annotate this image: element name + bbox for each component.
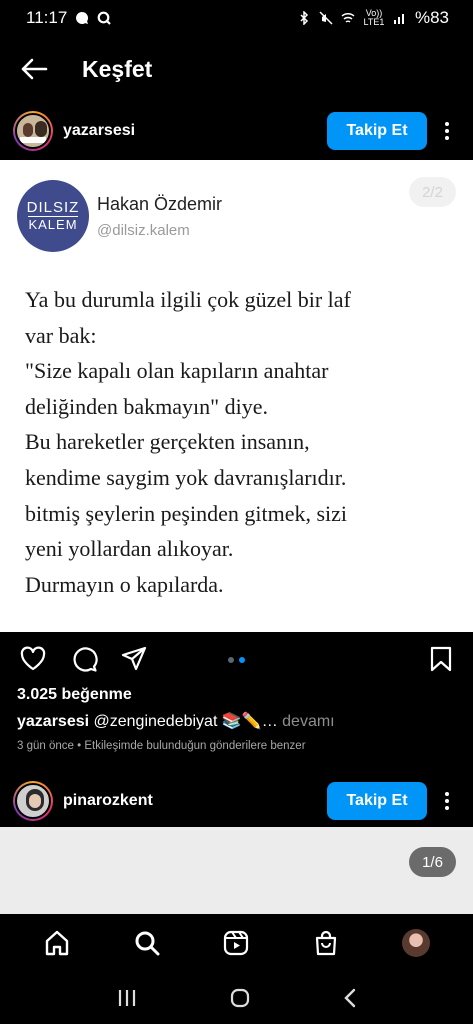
post-header: pinarozkent Takip Et	[0, 772, 473, 830]
bluetooth-icon	[300, 11, 309, 25]
like-count[interactable]: 3.025 beğenme	[17, 686, 132, 704]
quote-text: Ya bu durumla ilgili çok güzel bir laf v…	[25, 282, 351, 602]
back-chevron-icon[interactable]	[342, 987, 358, 1009]
heart-icon[interactable]	[19, 645, 47, 673]
follow-button[interactable]: Takip Et	[327, 112, 427, 150]
post-meta: 3 gün önce • Etkileşimde bulunduğun gönd…	[17, 740, 306, 752]
avatar-text-line2: KALEM	[28, 216, 78, 232]
caption[interactable]: yazarsesi @zenginedebiyat 📚✏️… devamı	[17, 711, 335, 731]
post-username[interactable]: yazarsesi	[63, 122, 327, 140]
carousel-counter: 2/2	[409, 177, 456, 207]
avatar[interactable]	[13, 111, 53, 151]
avatar-text-line1: DILSIZ	[26, 199, 80, 216]
quote-line: yeni yollardan alıkoyar.	[25, 536, 234, 562]
share-icon[interactable]	[120, 645, 148, 673]
avatar[interactable]	[13, 781, 53, 821]
profile-avatar[interactable]	[401, 928, 431, 958]
home-circle-icon[interactable]	[229, 987, 251, 1009]
status-time: 11:17	[26, 8, 68, 27]
post-header: yazarsesi Takip Et	[0, 102, 473, 160]
page-title: Keşfet	[82, 55, 153, 82]
quote-line: kendime saygim yok davranışlarıdır.	[25, 464, 347, 490]
caption-more-link[interactable]: devamı	[282, 713, 334, 730]
quote-line: Ya bu durumla ilgili çok güzel bir laf	[25, 287, 351, 312]
top-bar: Keşfet	[0, 36, 473, 102]
carousel-dot-active	[239, 657, 245, 663]
search-icon[interactable]	[132, 928, 162, 958]
more-options-icon[interactable]	[427, 112, 467, 150]
q-app-icon	[97, 11, 112, 25]
volte-icon: Vo)) LTE1	[363, 8, 385, 27]
reels-icon[interactable]	[221, 928, 251, 958]
mute-icon	[319, 11, 333, 25]
carousel-dot	[228, 657, 234, 663]
wifi-icon	[341, 12, 355, 23]
signal-icon	[393, 14, 404, 24]
quote-author-avatar: DILSIZ KALEM	[17, 180, 89, 252]
bottom-navigation	[0, 914, 473, 972]
post-image[interactable]: 1/6	[0, 827, 473, 914]
carousel-indicator	[228, 657, 245, 663]
home-icon[interactable]	[42, 928, 72, 958]
carousel-counter: 1/6	[409, 847, 456, 877]
quote-author-name: Hakan Özdemir	[97, 194, 223, 214]
follow-button[interactable]: Takip Et	[327, 782, 427, 820]
shop-icon[interactable]	[311, 928, 341, 958]
quote-line: var bak:	[25, 322, 97, 348]
status-bar: 11:17 Vo)) LTE1 %83	[0, 0, 473, 36]
bookmark-icon[interactable]	[427, 645, 455, 673]
quote-line: "Size kapalı olan kapıların anahtar	[25, 358, 329, 384]
back-arrow-icon[interactable]	[14, 54, 54, 84]
chat-bubble-icon	[76, 11, 89, 24]
system-navigation	[0, 972, 473, 1024]
quote-author-handle: @dilsiz.kalem	[97, 222, 190, 239]
avatar	[402, 929, 431, 957]
battery-level: %83	[414, 8, 449, 27]
quote-line: deliğinden bakmayın" diye.	[25, 393, 268, 419]
post-image[interactable]: DILSIZ KALEM Hakan Özdemir @dilsiz.kalem…	[0, 160, 473, 632]
comment-icon[interactable]	[70, 645, 98, 673]
caption-text: @zenginedebiyat 📚✏️…	[93, 713, 278, 730]
caption-username[interactable]: yazarsesi	[17, 713, 89, 730]
recents-icon[interactable]	[116, 988, 138, 1008]
more-options-icon[interactable]	[427, 782, 467, 820]
quote-line: Durmayın o kapılarda.	[25, 571, 224, 597]
post-username[interactable]: pinarozkent	[63, 792, 327, 810]
post-actions	[0, 632, 473, 686]
quote-line: Bu hareketler gerçekten insanın,	[25, 429, 310, 455]
quote-line: bitmiş şeylerin peşinden gitmek, sizi	[25, 500, 348, 526]
